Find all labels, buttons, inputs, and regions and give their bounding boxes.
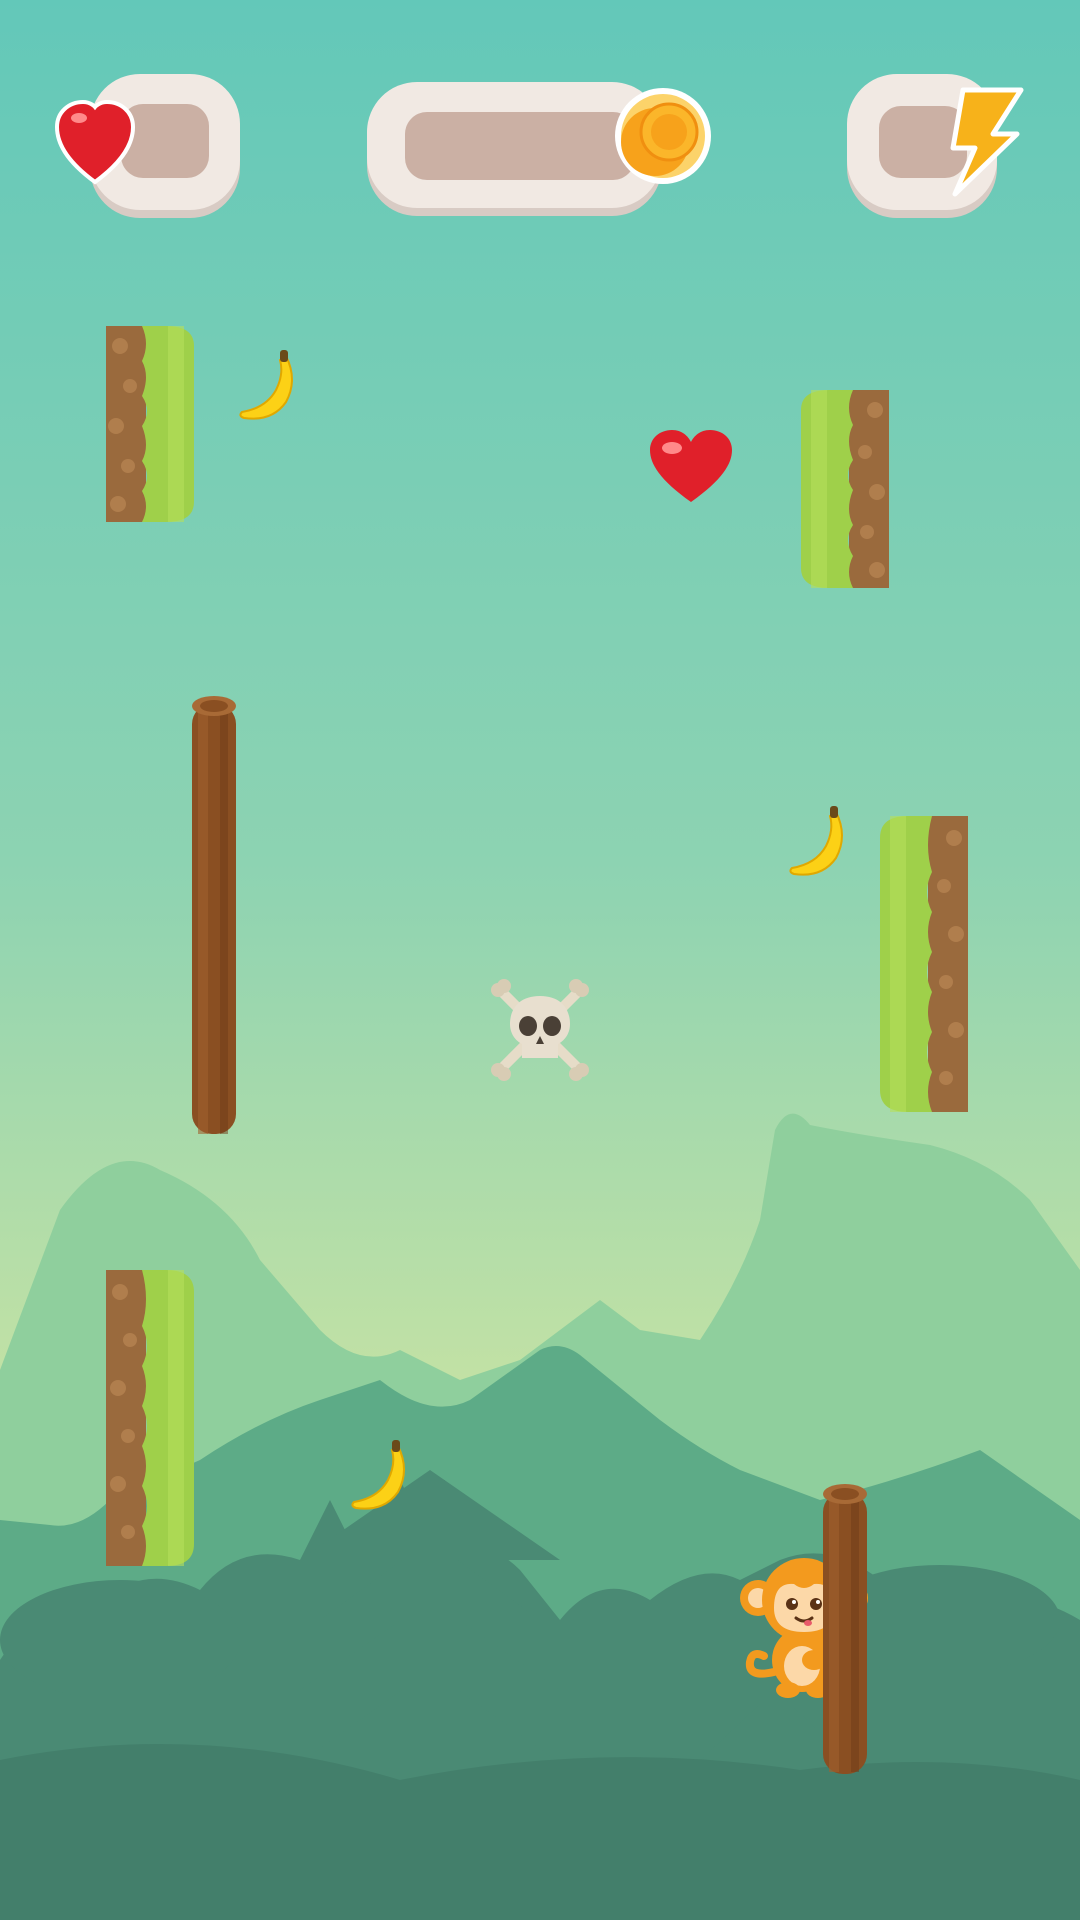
grass-platform-right-mid xyxy=(880,816,968,1112)
grass-platform-left-top xyxy=(106,326,194,522)
heart-icon xyxy=(650,430,732,502)
grass-platform-left-bottom xyxy=(106,1270,194,1566)
banana-icon xyxy=(351,1440,405,1510)
game-screen xyxy=(0,0,1080,1920)
banana-icon xyxy=(239,350,293,420)
skull-crossbones-icon xyxy=(491,979,589,1081)
wooden-pole-right-front xyxy=(823,1560,867,1720)
bush-left xyxy=(0,1580,240,1700)
coins-panel xyxy=(367,82,711,216)
ground-silhouette xyxy=(0,1744,1080,1920)
energy-panel xyxy=(847,74,1024,218)
grass-platform-right-top xyxy=(801,390,889,588)
banana-icon xyxy=(789,806,843,876)
lives-panel xyxy=(55,74,240,218)
coin-stack-icon xyxy=(615,88,711,184)
wooden-pole-left xyxy=(192,696,236,1134)
